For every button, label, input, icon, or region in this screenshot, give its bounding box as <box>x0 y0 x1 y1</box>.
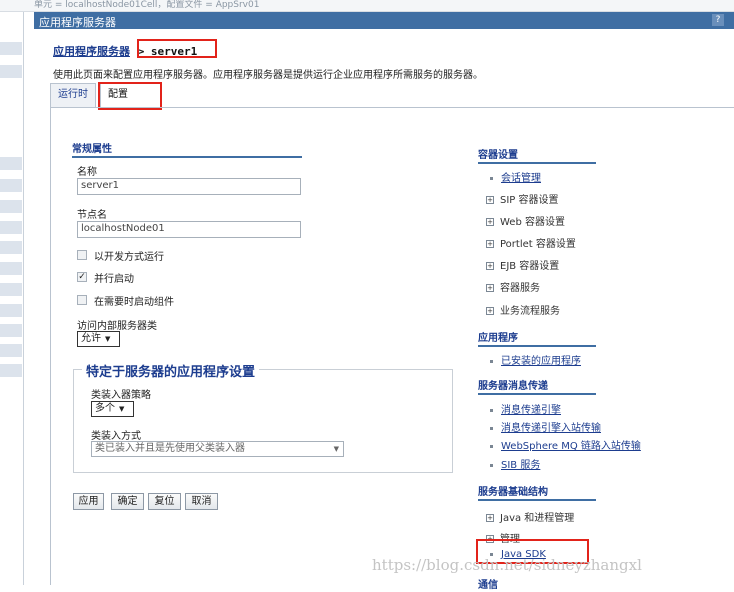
internal-access-select[interactable]: 允许 ▼ <box>77 331 120 347</box>
link-messaging-engines[interactable]: 消息传递引擎 <box>490 401 561 416</box>
expand-business-process[interactable]: + 业务流程服务 <box>486 302 560 317</box>
nav-item[interactable] <box>0 157 22 170</box>
nav-item[interactable] <box>0 65 22 78</box>
expand-java-process[interactable]: + Java 和进程管理 <box>486 509 574 524</box>
classloading-mode-label: 类装入方式 <box>91 431 141 442</box>
link-session-management[interactable]: 会话管理 <box>490 169 541 184</box>
parallel-start-label: 并行启动 <box>94 274 134 285</box>
app-settings-group <box>73 369 453 473</box>
expand-web-container[interactable]: + Web 容器设置 <box>486 213 565 228</box>
cancel-button[interactable]: 取消 <box>185 493 218 510</box>
server-messaging-title: 服务器消息传递 <box>478 377 596 395</box>
highlight-box-config-tab <box>98 82 162 110</box>
nav-item[interactable] <box>0 262 22 275</box>
chevron-down-icon: ▼ <box>333 445 339 453</box>
node-name-label: 节点名 <box>77 210 107 221</box>
dev-mode-checkbox[interactable] <box>77 250 87 260</box>
name-label: 名称 <box>77 167 97 178</box>
node-name-field[interactable]: localhostNode01 <box>77 221 301 238</box>
nav-item[interactable] <box>0 344 22 357</box>
expand-ejb-container[interactable]: + EJB 容器设置 <box>486 257 559 272</box>
internal-access-value: 允许 <box>81 333 101 344</box>
tab-runtime[interactable]: 运行时 <box>50 83 96 107</box>
nav-item[interactable] <box>0 283 22 296</box>
chevron-down-icon: ▼ <box>105 335 111 343</box>
ok-button[interactable]: 确定 <box>111 493 144 510</box>
expand-plus-icon[interactable]: + <box>486 284 494 292</box>
start-components-checkbox[interactable] <box>77 295 87 305</box>
help-icon[interactable]: ? <box>712 14 724 26</box>
classloader-policy-select[interactable]: 多个 ▼ <box>91 401 134 417</box>
internal-access-label: 访问内部服务器类 <box>77 321 157 332</box>
watermark: https://blog.csdn.net/sidneyzhangxl <box>372 556 642 574</box>
nav-item[interactable] <box>0 42 22 55</box>
nav-item[interactable] <box>0 324 22 337</box>
server-infrastructure-title: 服务器基础结构 <box>478 483 596 501</box>
nav-item[interactable] <box>0 179 22 192</box>
expand-sip-container[interactable]: + SIP 容器设置 <box>486 191 559 206</box>
expand-container-services[interactable]: + 容器服务 <box>486 279 540 294</box>
expand-portlet-container[interactable]: + Portlet 容器设置 <box>486 235 576 250</box>
classloading-mode-select[interactable]: 类已装入并且是先使用父类装入器 ▼ <box>91 441 344 457</box>
link-mq-link-inbound[interactable]: WebSphere MQ 链路入站传输 <box>490 437 641 452</box>
nav-item[interactable] <box>0 221 22 234</box>
start-components-label: 在需要时启动组件 <box>94 297 174 308</box>
chevron-down-icon: ▼ <box>119 405 125 413</box>
bullet-icon <box>490 408 493 412</box>
nav-item[interactable] <box>0 364 22 377</box>
reset-button[interactable]: 复位 <box>148 493 181 510</box>
general-properties-title: 常规属性 <box>72 140 302 158</box>
scope-text: 单元 = localhostNode01Cell，配置文件 = AppSrv01 <box>34 0 260 10</box>
app-settings-title: 特定于服务器的应用程序设置 <box>82 361 260 380</box>
name-field[interactable]: server1 <box>77 178 301 195</box>
container-settings-title: 容器设置 <box>478 146 596 164</box>
apply-button[interactable]: 应用 <box>73 493 104 510</box>
link-messaging-inbound[interactable]: 消息传递引擎入站传输 <box>490 419 601 434</box>
classloader-policy-label: 类装入器策略 <box>91 390 151 401</box>
top-context-strip: 单元 = localhostNode01Cell，配置文件 = AppSrv01 <box>0 0 734 12</box>
applications-title: 应用程序 <box>478 329 596 347</box>
expand-plus-icon[interactable]: + <box>486 196 494 204</box>
nav-item[interactable] <box>0 241 22 254</box>
communications-title: 通信 <box>478 580 498 591</box>
parallel-start-checkbox[interactable]: ✓ <box>77 272 87 282</box>
page-description: 使用此页面来配置应用程序服务器。应用程序服务器是提供运行企业应用程序所需服务的服… <box>53 70 483 81</box>
portlet-title-bar: 应用程序服务器 ? <box>34 12 734 29</box>
nav-item[interactable] <box>0 304 22 317</box>
bullet-icon <box>490 426 493 430</box>
breadcrumb-link-app-servers[interactable]: 应用程序服务器 <box>53 45 130 58</box>
left-navigation <box>0 12 24 585</box>
highlight-box-server-name <box>137 39 217 58</box>
link-installed-applications[interactable]: 已安装的应用程序 <box>490 352 581 367</box>
bullet-icon <box>490 463 493 467</box>
expand-plus-icon[interactable]: + <box>486 218 494 226</box>
link-sib-service[interactable]: SIB 服务 <box>490 456 540 471</box>
expand-plus-icon[interactable]: + <box>486 240 494 248</box>
classloader-policy-value: 多个 <box>95 403 115 414</box>
nav-item[interactable] <box>0 200 22 213</box>
bullet-icon <box>490 444 493 448</box>
dev-mode-label: 以开发方式运行 <box>94 252 164 263</box>
portlet-title: 应用程序服务器 <box>39 16 116 29</box>
bullet-icon <box>490 176 493 180</box>
bullet-icon <box>490 359 493 363</box>
expand-plus-icon[interactable]: + <box>486 514 494 522</box>
classloading-mode-value: 类已装入并且是先使用父类装入器 <box>95 443 245 454</box>
expand-plus-icon[interactable]: + <box>486 262 494 270</box>
expand-plus-icon[interactable]: + <box>486 307 494 315</box>
